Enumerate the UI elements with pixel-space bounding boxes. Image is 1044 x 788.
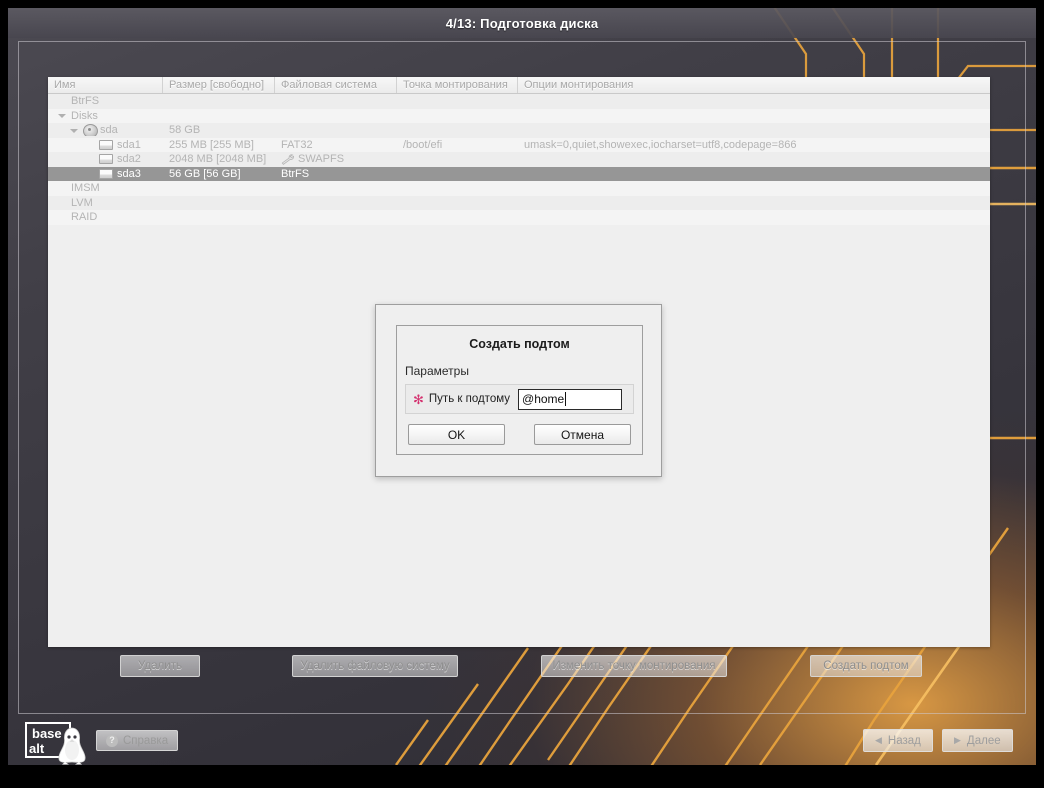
table-row[interactable]: IMSM <box>48 181 990 196</box>
disk-icon <box>83 124 98 137</box>
dialog-inner-panel: Создать подтом Параметры ✻ Путь к подтом… <box>396 325 643 455</box>
column-header-3[interactable]: Файловая система <box>275 77 397 93</box>
row-name-label: sda2 <box>117 153 141 166</box>
back-button-label: Назад <box>887 734 921 747</box>
dialog-title: Создать подтом <box>469 337 570 351</box>
row-name-label: RAID <box>71 211 98 224</box>
partition-icon <box>99 168 113 179</box>
wrench-icon <box>281 154 294 165</box>
subvolume-path-value: @home <box>522 392 565 406</box>
text-caret <box>565 392 567 406</box>
question-mark-icon: ? <box>106 734 118 747</box>
next-button[interactable]: ▶ Далее <box>942 729 1013 752</box>
cell-mountpoint: /boot/efi <box>403 138 443 151</box>
cell-name: sda2 <box>48 153 163 165</box>
delete-button[interactable]: Удалить <box>120 655 200 677</box>
filesystem-label: FAT32 <box>281 138 313 151</box>
row-name-label: sda1 <box>117 138 141 151</box>
cell-filesystem: FAT32 <box>275 139 397 151</box>
help-button[interactable]: ? Справка <box>96 730 179 751</box>
subvolume-path-input[interactable]: @home <box>518 388 623 410</box>
table-row[interactable]: Disks <box>48 108 990 123</box>
table-row[interactable]: sda2 2048 MB [2048 MB] SWAPFS <box>48 152 990 167</box>
column-header-1[interactable]: Имя <box>48 77 163 93</box>
change-mountpoint-button[interactable]: Изменить точку монтирования <box>541 655 727 677</box>
table-header-row: Имя Размер [свободно] Файловая система Точк… <box>48 77 990 94</box>
partition-icon <box>99 139 113 150</box>
cell-name: LVM <box>48 197 163 209</box>
cell-name: BtrFS <box>48 95 163 107</box>
dialog-button-row: OK Отмена <box>408 424 631 445</box>
row-name-label: BtrFS <box>71 95 100 108</box>
column-header-2[interactable]: Размер [свободно] <box>163 77 275 93</box>
filesystem-label: BtrFS <box>281 167 310 180</box>
logo-text-alt: alt <box>29 741 45 756</box>
row-name-label: IMSM <box>71 182 100 195</box>
create-subvolume-button[interactable]: Создать подтом <box>810 655 922 677</box>
create-subvolume-dialog: Создать подтом Параметры ✻ Путь к подтом… <box>375 304 662 477</box>
filesystem-label: SWAPFS <box>298 153 345 166</box>
installer-screen: 4/13: Подготовка диска Имя Размер [свобод… <box>0 0 1044 788</box>
dialog-cancel-button[interactable]: Отмена <box>534 424 631 445</box>
table-row[interactable]: BtrFS <box>48 94 990 109</box>
dialog-group-label: Параметры <box>405 364 469 378</box>
row-name-label: LVM <box>71 196 93 209</box>
page-title: 4/13: Подготовка диска <box>445 15 599 31</box>
subvolume-path-label: Путь к подтому <box>428 393 511 405</box>
help-button-label: Справка <box>123 734 169 747</box>
column-header-5[interactable]: Опции монтирования <box>518 77 990 93</box>
chevron-right-icon: ▶ <box>954 735 961 745</box>
action-button-bar: Удалить Удалить файловую систему Изменит… <box>48 655 990 679</box>
table-body: BtrFS Disks sda 58 GB sda1 255 MB [255 MB] FAT… <box>48 94 990 225</box>
dialog-field-group: ✻ Путь к подтому @home <box>405 384 634 414</box>
cell-filesystem: BtrFS <box>275 168 397 180</box>
row-name-label: sda <box>100 124 118 137</box>
dialog-ok-button[interactable]: OK <box>408 424 505 445</box>
back-button[interactable]: ◀ Назад <box>863 729 933 752</box>
cell-name: sda3 <box>48 168 163 180</box>
table-row[interactable]: LVM <box>48 195 990 210</box>
chevron-down-icon[interactable] <box>58 111 67 120</box>
cell-name: IMSM <box>48 182 163 194</box>
required-asterisk-icon: ✻ <box>413 391 424 407</box>
table-row[interactable]: sda1 255 MB [255 MB] FAT32/boot/efi umask=0… <box>48 137 990 152</box>
delete-filesystem-button[interactable]: Удалить файловую систему <box>292 655 458 677</box>
table-row[interactable]: sda3 56 GB [56 GB] BtrFS <box>48 166 990 181</box>
next-button-label: Далее <box>966 734 1001 747</box>
column-header-4[interactable]: Точка монтирования <box>397 77 518 93</box>
cell-name: sda <box>48 124 163 137</box>
window-title-bar: 4/13: Подготовка диска <box>8 8 1036 38</box>
table-row[interactable]: sda 58 GB <box>48 123 990 138</box>
cell-mount-options: umask=0,quiet,showexec,iocharset=utf8,co… <box>524 138 797 151</box>
cell-size: 56 GB [56 GB] <box>169 167 241 180</box>
cell-name: RAID <box>48 211 163 223</box>
cell-name: sda1 <box>48 139 163 151</box>
cell-filesystem: SWAPFS <box>275 153 397 165</box>
table-row[interactable]: RAID <box>48 210 990 225</box>
row-name-label: Disks <box>71 109 98 122</box>
penguin-icon <box>58 727 86 765</box>
cell-name: Disks <box>48 110 163 122</box>
row-name-label: sda3 <box>117 167 141 180</box>
basealt-logo: base alt <box>20 720 92 766</box>
cell-size: 255 MB [255 MB] <box>169 138 254 151</box>
chevron-down-icon[interactable] <box>70 126 79 135</box>
cell-size: 58 GB <box>169 124 201 137</box>
chevron-left-icon: ◀ <box>875 735 882 745</box>
cell-size: 2048 MB [2048 MB] <box>169 153 267 166</box>
footer-bar: base alt ? Справка ◀ Назад ▶ Далее <box>8 714 1036 765</box>
partition-icon <box>99 154 113 165</box>
